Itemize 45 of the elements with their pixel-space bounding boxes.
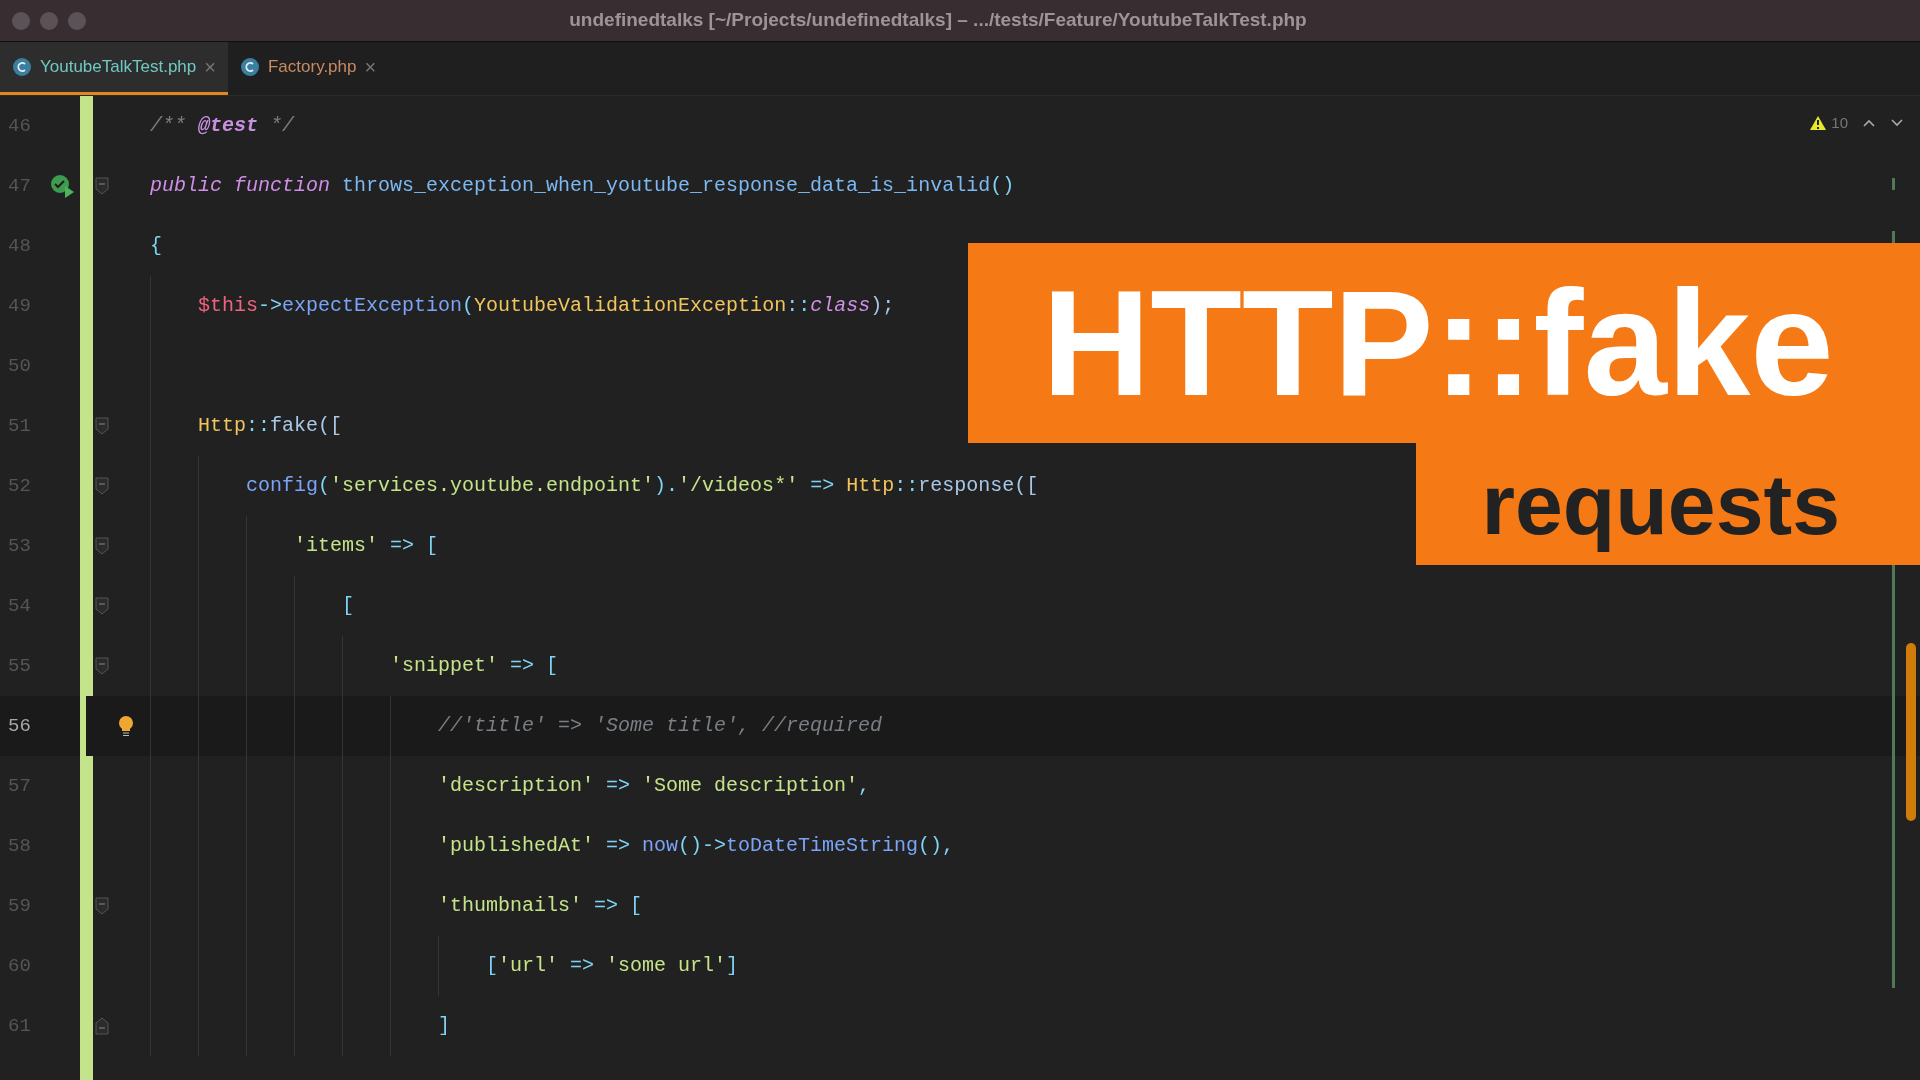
window-title: undefinedtalks [~/Projects/undefinedtalks] – .../tests/Feature/YoutubeTalkTest.php <box>569 8 1307 33</box>
fold-end-marker-icon[interactable] <box>95 1017 109 1035</box>
line-number: 56 <box>8 713 31 739</box>
warning-icon[interactable] <box>1809 115 1828 132</box>
fold-marker-icon[interactable] <box>95 597 109 615</box>
code-line: 'publishedAt' => now()->toDateTimeString(), <box>438 833 955 859</box>
zoom-window-button[interactable] <box>68 11 86 30</box>
fold-marker-icon[interactable] <box>95 537 109 555</box>
title-banner: HTTP::fake <box>968 243 1920 443</box>
lightbulb-icon[interactable] <box>118 715 134 737</box>
minimize-window-button[interactable] <box>40 11 58 30</box>
code-line: config('services.youtube.endpoint').'/videos*' => Http::response([ <box>246 473 1039 499</box>
run-test-icon[interactable] <box>50 174 76 198</box>
fold-marker-icon[interactable] <box>95 177 109 195</box>
code-line: 'thumbnails' => [ <box>438 893 643 919</box>
code-line: [ <box>342 593 354 619</box>
change-marker <box>1892 178 1895 190</box>
php-class-file-icon <box>12 57 32 77</box>
editor-tab[interactable]: YoutubeTalkTest.php × <box>0 42 228 95</box>
close-tab-button[interactable]: × <box>204 57 216 77</box>
code-line: $this->expectException(YoutubeValidationException::class); <box>198 293 895 319</box>
code-line: Http::fake([ <box>198 413 343 439</box>
close-tab-button[interactable]: × <box>364 57 377 77</box>
editor-tab[interactable]: Factory.php × <box>227 42 389 95</box>
fold-marker-icon[interactable] <box>95 657 109 675</box>
code-line: 'snippet' => [ <box>390 653 559 679</box>
code-line: /** @test */ <box>150 113 295 139</box>
code-line: public function throws_exception_when_youtube_response_data_is_invalid() <box>150 173 1015 199</box>
code-line: //'title' => 'Some title', //required <box>438 713 883 739</box>
code-line: ] <box>438 1013 450 1039</box>
warning-count: 10 <box>1831 113 1848 133</box>
php-class-file-icon <box>239 57 260 77</box>
code-line: { <box>150 233 162 259</box>
fold-marker-icon[interactable] <box>95 477 109 495</box>
scrollbar-thumb[interactable] <box>1906 643 1916 821</box>
code-line: ['url' => 'some url'] <box>486 953 739 979</box>
close-window-button[interactable] <box>12 11 30 30</box>
chevron-down-icon[interactable] <box>1890 118 1904 129</box>
subtitle-banner: requests <box>1416 443 1920 565</box>
chevron-up-icon[interactable] <box>1862 118 1876 129</box>
fold-marker-icon[interactable] <box>95 897 109 915</box>
code-line: 'items' => [ <box>294 533 439 559</box>
fold-marker-icon[interactable] <box>95 417 109 435</box>
code-line: 'description' => 'Some description', <box>438 773 871 799</box>
change-marker <box>1892 231 1895 243</box>
